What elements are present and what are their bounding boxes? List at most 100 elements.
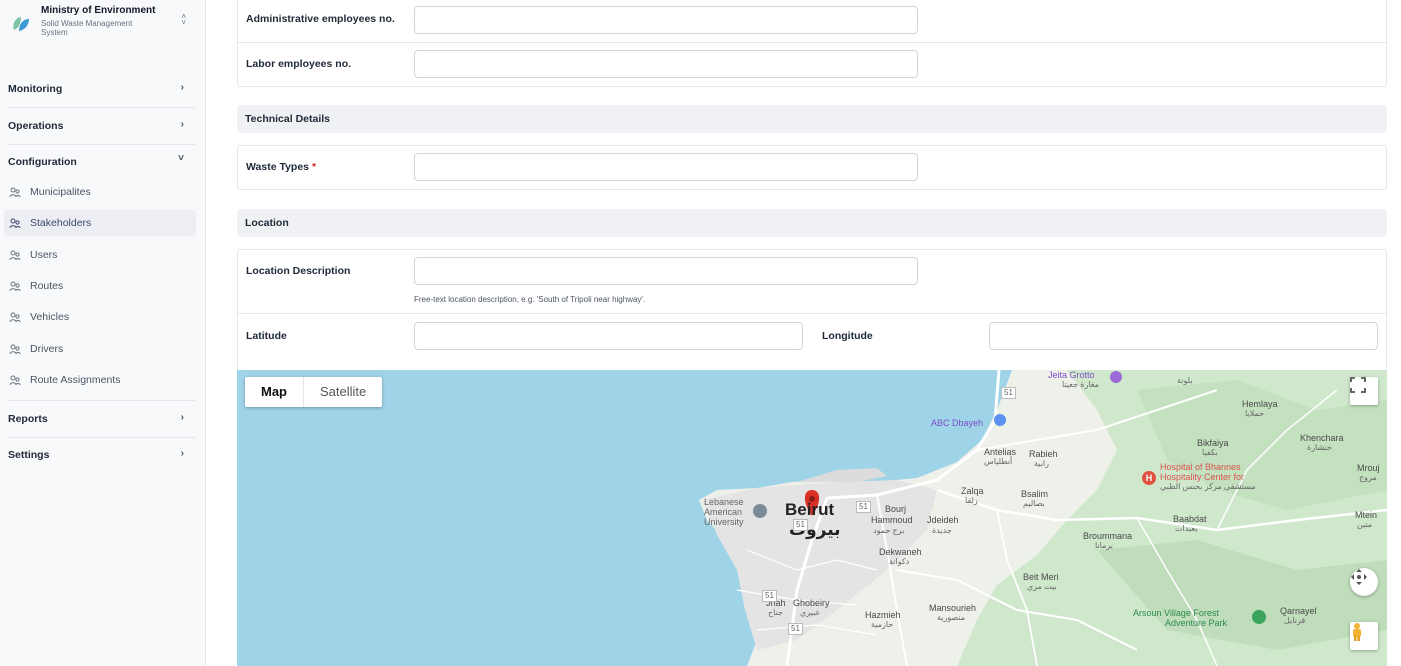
admin-employees-input[interactable] bbox=[414, 6, 918, 34]
sidebar-item-route-assignments[interactable]: Route Assignments bbox=[4, 367, 196, 393]
longitude-input[interactable] bbox=[989, 322, 1378, 350]
location-description-input[interactable] bbox=[414, 257, 918, 285]
park-icon[interactable] bbox=[1252, 610, 1266, 624]
map-label: Hemlaya bbox=[1242, 399, 1278, 409]
camera-control-button[interactable] bbox=[1350, 568, 1378, 596]
brand-subtitle: Solid Waste Management System bbox=[41, 19, 133, 37]
nav-section-settings[interactable]: Settings › bbox=[8, 446, 186, 466]
users-group-icon bbox=[9, 375, 21, 386]
map-label: Mansourieh bbox=[929, 603, 977, 613]
nav-section-reports[interactable]: Reports › bbox=[8, 410, 186, 430]
sidebar-item-routes[interactable]: Routes bbox=[4, 273, 196, 299]
waste-types-label: Waste Types * bbox=[246, 161, 316, 173]
nav-section-label: Configuration bbox=[8, 156, 77, 168]
chevron-right-icon: › bbox=[180, 448, 184, 459]
location-description-label: Location Description bbox=[246, 265, 351, 277]
poi-attraction-icon[interactable] bbox=[1110, 371, 1122, 383]
location-map[interactable]: H Jeita Grotto مغارة جعيتا بلونة Hemlaya… bbox=[237, 370, 1387, 666]
route-shield: 51 bbox=[762, 590, 777, 602]
nav-section-configuration[interactable]: Configuration ˅ bbox=[8, 153, 186, 173]
map-label: Jeita Grotto bbox=[1048, 370, 1095, 380]
move-arrows-icon bbox=[1351, 569, 1367, 585]
brand-title: Ministry of Environment bbox=[41, 5, 156, 16]
map-label: جديدة bbox=[932, 526, 952, 535]
users-group-icon bbox=[9, 187, 21, 198]
technical-details-header: Technical Details bbox=[237, 105, 1387, 133]
map-label: مروج bbox=[1359, 473, 1377, 482]
sidebar-item-municipalities[interactable]: Municipalites bbox=[4, 179, 196, 205]
map-label: Baabdat bbox=[1173, 514, 1207, 524]
map-label: أنطلياس bbox=[984, 457, 1013, 466]
nav-section-monitoring[interactable]: Monitoring › bbox=[8, 80, 186, 100]
route-shield: 51 bbox=[1001, 387, 1016, 399]
map-label: متين bbox=[1357, 520, 1373, 529]
required-mark: * bbox=[311, 161, 317, 173]
labor-employees-input[interactable] bbox=[414, 50, 918, 78]
sidebar-item-drivers[interactable]: Drivers bbox=[4, 336, 196, 362]
map-type-satellite-button[interactable]: Satellite bbox=[303, 377, 382, 407]
latitude-label: Latitude bbox=[246, 330, 287, 342]
hospital-icon[interactable]: H bbox=[1142, 471, 1156, 485]
map-label: Dekwaneh bbox=[879, 547, 922, 557]
sidebar-item-vehicles[interactable]: Vehicles bbox=[4, 304, 196, 330]
sidebar-item-users[interactable]: Users bbox=[4, 242, 196, 268]
sidebar-item-label: Drivers bbox=[30, 343, 64, 355]
brand-switcher[interactable]: Ministry of Environment Solid Waste Mana… bbox=[8, 4, 198, 40]
map-label: دكوانة bbox=[889, 557, 910, 566]
map-label: مغارة جعيتا bbox=[1062, 380, 1099, 389]
map-label: University bbox=[704, 517, 744, 527]
map-label: Hospitality Center for bbox=[1160, 472, 1245, 482]
map-label: Bikfaiya bbox=[1197, 438, 1229, 448]
chevron-right-icon: › bbox=[180, 119, 184, 130]
map-label: جناح bbox=[768, 608, 783, 617]
pegman-icon bbox=[1353, 623, 1361, 641]
map-label: Mtein bbox=[1355, 510, 1378, 520]
map-label: رابية bbox=[1034, 459, 1050, 468]
route-shield: 51 bbox=[793, 519, 808, 531]
sidebar-item-label: Vehicles bbox=[30, 311, 70, 323]
map-label: Jdeideh bbox=[927, 515, 959, 525]
map-label: منصورية bbox=[937, 613, 966, 622]
map-type-map-button[interactable]: Map bbox=[245, 377, 303, 407]
leaf-logo-icon bbox=[13, 17, 29, 31]
map-label: بعبدات bbox=[1175, 524, 1198, 533]
map-label: بلونة bbox=[1177, 376, 1193, 385]
poi-shopping-icon[interactable] bbox=[994, 414, 1006, 426]
map-label: Hammoud bbox=[871, 515, 913, 525]
divider bbox=[238, 313, 1386, 314]
sidebar-item-stakeholders[interactable]: Stakeholders bbox=[4, 210, 196, 236]
nav-section-label: Operations bbox=[8, 120, 64, 132]
poi-university-icon[interactable] bbox=[753, 504, 767, 518]
sidebar-item-label: Stakeholders bbox=[30, 217, 92, 229]
chevron-up-down-icon[interactable]: ˄ ˅ bbox=[181, 13, 186, 27]
nav-section-label: Reports bbox=[8, 413, 48, 425]
users-group-icon bbox=[9, 218, 21, 229]
chevron-right-icon: › bbox=[180, 82, 184, 93]
location-description-hint: Free-text location description, e.g. 'So… bbox=[414, 295, 646, 304]
waste-types-select[interactable] bbox=[414, 153, 918, 181]
chevron-down-icon: ˅ bbox=[178, 153, 184, 164]
map-label: Hazmieh bbox=[865, 610, 901, 620]
latitude-input[interactable] bbox=[414, 322, 803, 350]
map-label: Qarnayel bbox=[1280, 606, 1317, 616]
map-label: بكفيا bbox=[1202, 448, 1218, 457]
map-type-control: Map Satellite bbox=[245, 377, 383, 407]
sidebar-item-label: Routes bbox=[30, 280, 64, 292]
nav-section-operations[interactable]: Operations › bbox=[8, 117, 186, 137]
users-group-icon bbox=[9, 344, 21, 355]
map-label: قرنايل bbox=[1284, 616, 1306, 625]
route-shield: 51 bbox=[856, 501, 871, 513]
map-label: Broummana bbox=[1083, 531, 1133, 541]
map-label: ABC Dbayeh bbox=[931, 418, 984, 428]
fullscreen-button[interactable] bbox=[1350, 377, 1378, 405]
labor-employees-label: Labor employees no. bbox=[246, 58, 352, 70]
section-title: Location bbox=[245, 217, 289, 229]
sidebar-item-label: Route Assignments bbox=[30, 374, 121, 386]
map-label: خنشارة bbox=[1307, 443, 1332, 452]
users-group-icon bbox=[9, 312, 21, 323]
section-title: Technical Details bbox=[245, 113, 331, 125]
map-label: Khenchara bbox=[1300, 433, 1344, 443]
map-label: برمانا bbox=[1095, 541, 1114, 550]
pegman-button[interactable] bbox=[1350, 622, 1378, 650]
divider bbox=[8, 400, 196, 401]
